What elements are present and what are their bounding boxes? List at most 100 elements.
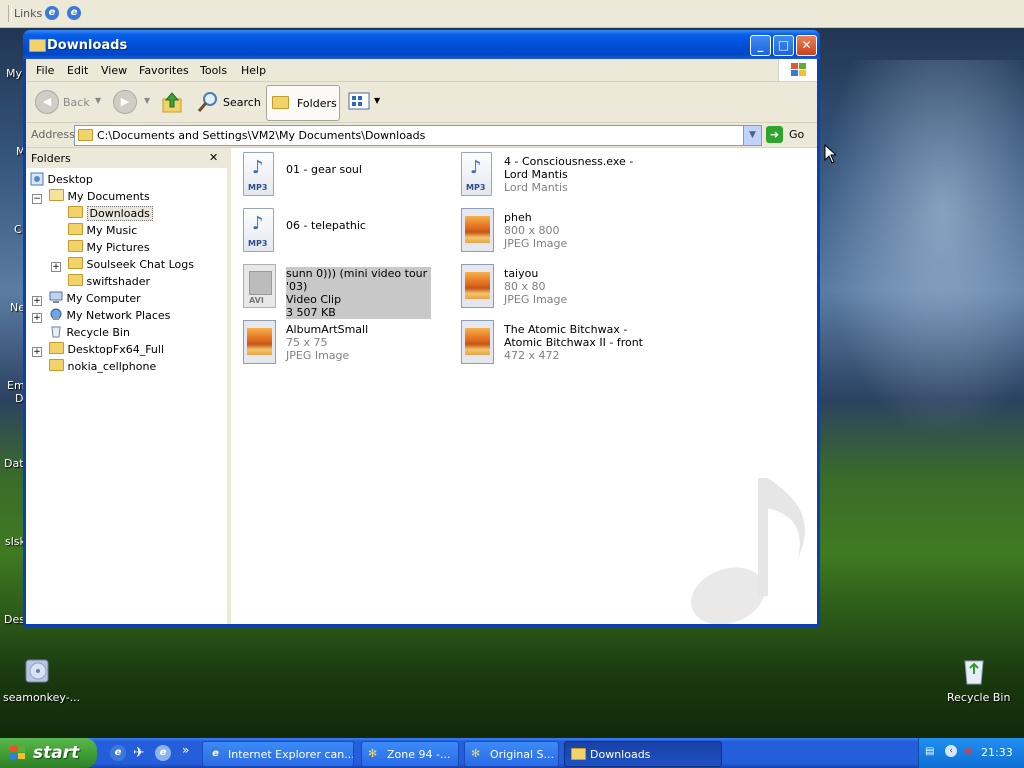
- file-dimensions: 80 x 80: [504, 280, 546, 293]
- tree-item-my-documents[interactable]: My Documents: [49, 189, 150, 203]
- menu-favorites[interactable]: Favorites: [139, 64, 189, 77]
- tree-item-downloads[interactable]: Downloads: [68, 206, 153, 221]
- start-button[interactable]: start: [0, 738, 97, 768]
- taskbar-item-zone94[interactable]: ✻ Zone 94 -...: [361, 741, 459, 767]
- quicklaunch-messenger-icon[interactable]: ✈: [133, 745, 149, 761]
- title-bar[interactable]: Downloads _ □ ✕: [23, 30, 820, 59]
- tree-label: My Computer: [66, 292, 141, 305]
- go-button-label[interactable]: Go: [789, 128, 804, 141]
- back-dropdown-icon[interactable]: ▼: [95, 96, 101, 105]
- taskbar-item-downloads[interactable]: Downloads: [564, 741, 722, 767]
- tree-item-my-pictures[interactable]: My Pictures: [68, 240, 150, 254]
- maximize-button[interactable]: □: [773, 35, 794, 56]
- collapse-icon[interactable]: −: [32, 194, 42, 204]
- keyboard-icon[interactable]: ▤: [925, 746, 934, 757]
- file-item[interactable]: ♪ MP3 06 - telepathic: [231, 206, 441, 256]
- views-icon[interactable]: [348, 91, 372, 111]
- desktop-label-des[interactable]: Des: [4, 613, 25, 626]
- menu-file[interactable]: File: [36, 64, 54, 77]
- tree-item-nokia-cellphone[interactable]: nokia_cellphone: [49, 359, 156, 373]
- folders-button[interactable]: Folders: [266, 85, 340, 121]
- quicklaunch-browser-icon[interactable]: e: [155, 745, 171, 761]
- search-button-label[interactable]: Search: [223, 96, 261, 109]
- menu-help[interactable]: Help: [241, 64, 266, 77]
- forward-arrow-icon[interactable]: ▶: [113, 90, 137, 114]
- file-text: 4 - Consciousness.exe - Lord Mantis Lord…: [504, 155, 654, 194]
- winamp-icon: ✻: [368, 747, 378, 760]
- address-input[interactable]: C:\Documents and Settings\VM2\My Documen…: [74, 125, 762, 146]
- file-item[interactable]: taiyou 80 x 80 JPEG Image: [449, 262, 659, 312]
- desktop-label-c[interactable]: C: [14, 223, 22, 236]
- file-name: pheh: [504, 211, 532, 224]
- minimize-button[interactable]: _: [750, 35, 771, 56]
- close-button[interactable]: ✕: [796, 35, 817, 56]
- recycle-bin-desktop-icon[interactable]: [958, 654, 990, 686]
- file-view[interactable]: ♪ MP3 01 - gear soul ♪ MP3 4 - Consciousne…: [231, 148, 817, 624]
- seamonkey-label: seamonkey-...: [3, 691, 81, 704]
- tree-item-my-computer[interactable]: My Computer: [49, 291, 141, 305]
- tree-label-selected: Downloads: [86, 206, 153, 221]
- file-dimensions: 800 x 800: [504, 224, 560, 237]
- links-toolbar: Links e e: [0, 0, 1024, 28]
- file-item[interactable]: ♪ MP3 01 - gear soul: [231, 150, 441, 200]
- file-item[interactable]: ♪ MP3 4 - Consciousness.exe - Lord Mantis…: [449, 150, 659, 200]
- folder-icon: [68, 257, 83, 269]
- expand-icon[interactable]: +: [51, 262, 61, 272]
- clock[interactable]: 21:33: [981, 746, 1013, 759]
- search-icon[interactable]: [197, 91, 219, 113]
- file-text: AlbumArtSmall 75 x 75 JPEG Image: [286, 323, 436, 362]
- tree-item-soulseek-chat-logs[interactable]: Soulseek Chat Logs: [68, 257, 194, 271]
- expand-icon[interactable]: +: [32, 296, 42, 306]
- mp3-file-icon: ♪ MP3: [459, 152, 492, 196]
- forward-dropdown-icon[interactable]: ▼: [144, 96, 150, 105]
- toolbar-grip[interactable]: [8, 5, 12, 22]
- links-label: Links: [14, 7, 43, 20]
- file-item-selected[interactable]: AVI sunn 0))) (mini video tour '03) Vide…: [231, 262, 441, 319]
- folders-pane-close-icon[interactable]: ✕: [209, 151, 218, 164]
- views-dropdown-icon[interactable]: ▼: [374, 96, 380, 105]
- tree-label: swiftshader: [86, 275, 151, 288]
- folder-icon: [49, 342, 64, 354]
- tree-item-my-network-places[interactable]: My Network Places: [49, 308, 170, 322]
- tray-app-icon[interactable]: ★: [963, 744, 974, 758]
- file-item[interactable]: pheh 800 x 800 JPEG Image: [449, 206, 659, 256]
- menu-tools[interactable]: Tools: [200, 64, 227, 77]
- tray-collapse-icon[interactable]: ‹: [945, 745, 957, 757]
- seamonkey-desktop-icon[interactable]: [22, 654, 54, 686]
- back-arrow-icon[interactable]: ◀: [35, 90, 59, 114]
- menu-edit[interactable]: Edit: [67, 64, 88, 77]
- menu-view[interactable]: View: [101, 64, 127, 77]
- tree-item-recycle-bin[interactable]: Recycle Bin: [49, 325, 130, 339]
- menu-bar: File Edit View Favorites Tools Help: [26, 59, 817, 82]
- installer-icon: [25, 659, 49, 683]
- desktop-label-dat[interactable]: Dat: [4, 457, 24, 470]
- ie-link-icon-2[interactable]: e: [67, 6, 81, 20]
- tree-item-swiftshader[interactable]: swiftshader: [68, 274, 150, 288]
- address-dropdown-icon[interactable]: ▼: [743, 126, 761, 145]
- tree-label: My Music: [86, 224, 138, 237]
- quicklaunch-chevron-icon[interactable]: »: [182, 743, 189, 757]
- back-button-label[interactable]: Back: [63, 96, 90, 109]
- recycle-bin-icon: [964, 660, 984, 685]
- file-item[interactable]: The Atomic Bitchwax - Atomic Bitchwax II…: [449, 318, 659, 368]
- desktop-label-my[interactable]: My: [6, 67, 22, 80]
- my-documents-icon: [49, 189, 64, 201]
- taskbar-item-ie[interactable]: e Internet Explorer can...: [202, 741, 354, 767]
- taskbar-item-original[interactable]: ✻ Original S...: [464, 741, 559, 767]
- quicklaunch-ie-icon[interactable]: e: [110, 745, 126, 761]
- file-type: Video Clip: [286, 293, 342, 306]
- ie-link-icon[interactable]: e: [45, 6, 59, 20]
- tree-label: DesktopFx64_Full: [67, 343, 165, 356]
- tree-item-desktop[interactable]: Desktop: [30, 172, 93, 186]
- go-arrow-icon[interactable]: ➜: [766, 126, 783, 143]
- tree-item-desktopfx64-full[interactable]: DesktopFx64_Full: [49, 342, 164, 356]
- windows-logo-icon: [778, 59, 817, 81]
- up-folder-icon[interactable]: [161, 90, 183, 114]
- jpeg-file-icon: [459, 208, 494, 252]
- expand-icon[interactable]: +: [32, 313, 42, 323]
- tree-item-my-music[interactable]: My Music: [68, 223, 137, 237]
- network-icon: [50, 308, 62, 320]
- file-item[interactable]: AlbumArtSmall 75 x 75 JPEG Image: [231, 318, 441, 368]
- expand-icon[interactable]: +: [32, 347, 42, 357]
- folder-icon: [68, 274, 83, 286]
